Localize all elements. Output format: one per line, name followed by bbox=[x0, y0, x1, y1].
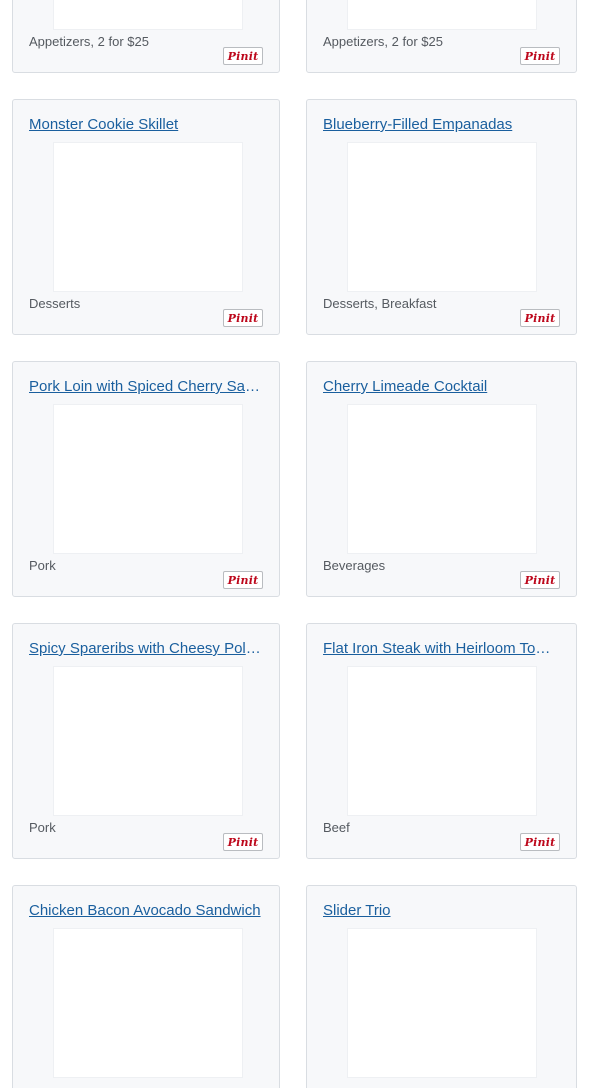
recipe-title-link[interactable]: Pork Loin with Spiced Cherry Sauce bbox=[29, 378, 263, 396]
recipe-image[interactable] bbox=[347, 928, 537, 1078]
recipe-card: Flat Iron Steak with Heirloom Tomatoes B… bbox=[306, 623, 577, 859]
recipe-category: Pork bbox=[29, 558, 56, 573]
recipe-title-link[interactable]: Monster Cookie Skillet bbox=[29, 116, 263, 134]
recipe-title-link[interactable]: Chicken Bacon Avocado Sandwich bbox=[29, 902, 263, 920]
recipe-title-link[interactable]: Blueberry-Filled Empanadas bbox=[323, 116, 560, 134]
recipe-category: Beef bbox=[323, 820, 350, 835]
recipe-card: Cherry Limeade Cocktail Beverages Pinit bbox=[306, 361, 577, 597]
pin-it-button[interactable]: Pinit bbox=[223, 833, 263, 851]
recipe-image[interactable] bbox=[347, 404, 537, 554]
pin-it-button[interactable]: Pinit bbox=[520, 833, 560, 851]
recipe-image[interactable] bbox=[347, 0, 537, 30]
recipe-category: Pork bbox=[29, 820, 56, 835]
recipe-card: Chicken Bacon Avocado Sandwich bbox=[12, 885, 280, 1088]
pin-it-button[interactable]: Pinit bbox=[520, 571, 560, 589]
recipe-card: Monster Cookie Skillet Desserts Pinit bbox=[12, 99, 280, 335]
recipe-grid: Appetizers, 2 for $25 Pinit Appetizers, … bbox=[0, 0, 605, 1088]
recipe-card: Blueberry-Filled Empanadas Desserts, Bre… bbox=[306, 99, 577, 335]
pin-it-button[interactable]: Pinit bbox=[223, 309, 263, 327]
recipe-title-link[interactable]: Flat Iron Steak with Heirloom Tomatoes bbox=[323, 640, 560, 658]
recipe-title-link[interactable]: Spicy Spareribs with Cheesy Polenta bbox=[29, 640, 263, 658]
recipe-card: Appetizers, 2 for $25 Pinit bbox=[306, 0, 577, 73]
pin-it-button[interactable]: Pinit bbox=[520, 47, 560, 65]
recipe-category: Desserts, Breakfast bbox=[323, 296, 437, 311]
recipe-title-link[interactable]: Slider Trio bbox=[323, 902, 560, 920]
recipe-category: Desserts bbox=[29, 296, 81, 311]
recipe-card: Slider Trio bbox=[306, 885, 577, 1088]
pin-it-button[interactable]: Pinit bbox=[223, 571, 263, 589]
pin-it-button[interactable]: Pinit bbox=[223, 47, 263, 65]
recipe-image[interactable] bbox=[53, 142, 243, 292]
recipe-image[interactable] bbox=[53, 928, 243, 1078]
recipe-category: Beverages bbox=[323, 558, 386, 573]
pin-it-button[interactable]: Pinit bbox=[520, 309, 560, 327]
recipe-image[interactable] bbox=[53, 666, 243, 816]
recipe-title-link[interactable]: Cherry Limeade Cocktail bbox=[323, 378, 560, 396]
recipe-image[interactable] bbox=[53, 0, 243, 30]
recipe-card: Appetizers, 2 for $25 Pinit bbox=[12, 0, 280, 73]
recipe-card: Pork Loin with Spiced Cherry Sauce Pork … bbox=[12, 361, 280, 597]
recipe-image[interactable] bbox=[347, 142, 537, 292]
recipe-category: Appetizers, 2 for $25 bbox=[323, 34, 443, 49]
recipe-image[interactable] bbox=[347, 666, 537, 816]
recipe-image[interactable] bbox=[53, 404, 243, 554]
recipe-card: Spicy Spareribs with Cheesy Polenta Pork… bbox=[12, 623, 280, 859]
recipe-category: Appetizers, 2 for $25 bbox=[29, 34, 149, 49]
